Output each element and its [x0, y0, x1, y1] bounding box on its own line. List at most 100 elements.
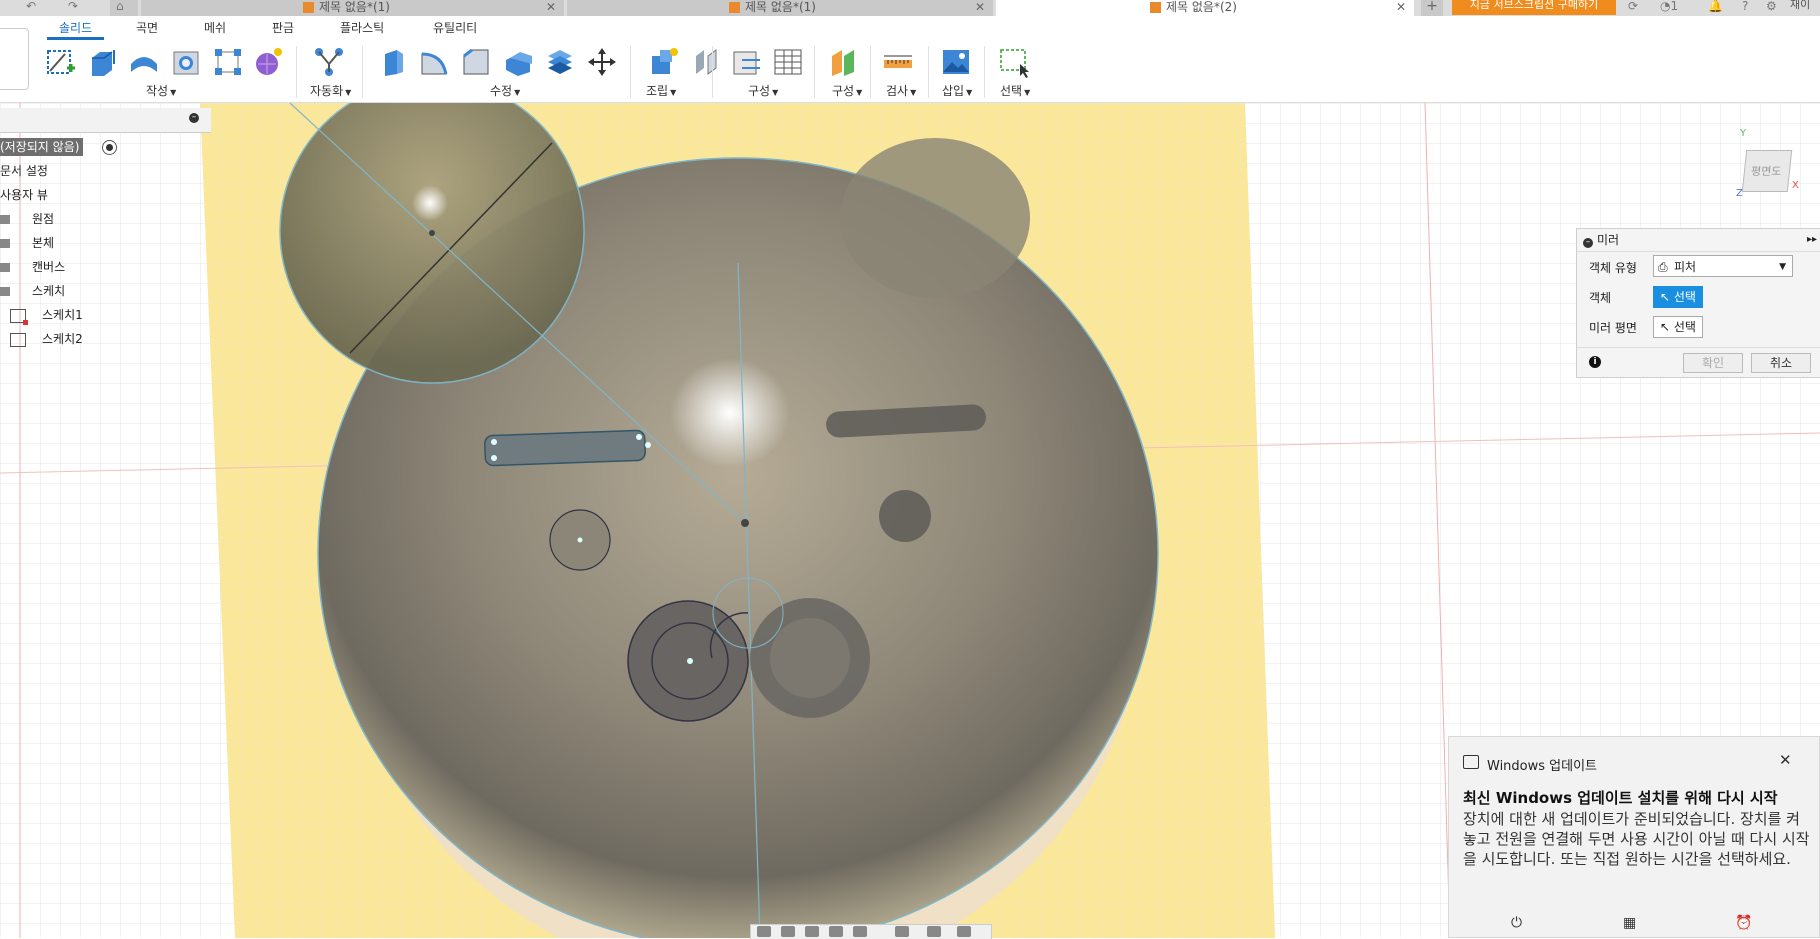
info-icon[interactable]: i: [1589, 356, 1601, 368]
viewports-icon[interactable]: [957, 926, 971, 937]
browser-root-item[interactable]: (저장되지 않음): [0, 138, 84, 156]
close-tab-icon[interactable]: ✕: [1396, 1, 1406, 13]
home-icon[interactable]: ⌂: [116, 0, 124, 12]
tab-sheet-metal[interactable]: 판금: [272, 19, 294, 36]
group-construct[interactable]: 구성 ▼: [748, 82, 778, 99]
create-sketch-icon[interactable]: [45, 46, 77, 78]
close-tab-icon[interactable]: ✕: [975, 1, 985, 13]
hole-icon[interactable]: [170, 46, 202, 78]
parameters-icon[interactable]: [730, 46, 762, 78]
browser-item-canvases[interactable]: 캔버스: [0, 257, 65, 277]
browser-item-document-settings[interactable]: 문서 설정: [0, 161, 48, 181]
cancel-button[interactable]: 취소: [1751, 353, 1811, 373]
offset-plane-icon[interactable]: [828, 46, 860, 78]
browser-item-sketches[interactable]: 스케치: [0, 281, 65, 301]
document-tab-1[interactable]: 제목 없음*(1) ✕: [141, 0, 564, 16]
document-tab-2[interactable]: 제목 없음*(1) ✕: [567, 0, 993, 16]
redo-icon[interactable]: ↷: [68, 0, 78, 12]
group-insert[interactable]: 삽입 ▼: [942, 82, 972, 99]
fit-icon[interactable]: [853, 926, 867, 937]
calendar-icon[interactable]: ▦: [1623, 915, 1636, 931]
undo-icon[interactable]: ↶: [26, 0, 36, 12]
group-inspect[interactable]: 검사 ▼: [886, 82, 916, 99]
orbit-icon[interactable]: [757, 926, 771, 937]
active-component-radio[interactable]: [102, 140, 117, 155]
browser-item-named-views[interactable]: 사용자 뷰: [0, 185, 48, 205]
left-eye-sketch[interactable]: [484, 429, 646, 467]
user-name[interactable]: 재이: [1790, 0, 1810, 10]
document-tab-3[interactable]: 제목 없음*(2) ✕: [996, 0, 1414, 16]
sketch-point[interactable]: [645, 442, 651, 448]
tab-solid[interactable]: 솔리드: [59, 19, 92, 36]
power-icon[interactable]: ⏻: [1511, 915, 1522, 931]
group-select[interactable]: 선택 ▼: [1000, 82, 1030, 99]
press-pull-icon[interactable]: [377, 46, 409, 78]
group-assemble[interactable]: 조립 ▼: [646, 82, 676, 99]
browser-item-bodies[interactable]: 본체: [0, 233, 54, 253]
new-tab-button[interactable]: +: [1421, 0, 1443, 16]
browser-item-origin[interactable]: 원점: [0, 209, 54, 229]
right-cheek-body[interactable]: [879, 490, 931, 542]
close-icon[interactable]: ✕: [1779, 751, 1792, 769]
tab-utilities[interactable]: 유틸리티: [433, 19, 477, 36]
tab-plastic[interactable]: 플라스틱: [340, 19, 384, 36]
objects-select-button[interactable]: ↖ 선택: [1653, 286, 1703, 308]
joint-icon[interactable]: [690, 46, 722, 78]
mirror-plane-select-button[interactable]: ↖ 선택: [1653, 316, 1703, 338]
alarm-icon[interactable]: ⏰: [1735, 915, 1752, 931]
automate-icon[interactable]: [313, 46, 345, 78]
pan-icon[interactable]: [805, 926, 819, 937]
sketch-point[interactable]: [429, 230, 435, 236]
browser-item-sketch1[interactable]: 스케치1: [10, 305, 83, 325]
subscribe-button[interactable]: 지금 서브스크립션 구매하기: [1452, 0, 1616, 15]
document-tab-1[interactable]: ⌂: [110, 0, 138, 16]
workspace-switcher[interactable]: [0, 28, 29, 90]
expand-dialog-icon[interactable]: ▸▸: [1807, 229, 1817, 251]
notification-bell-icon[interactable]: 🔔: [1708, 0, 1723, 12]
move-icon[interactable]: [586, 46, 618, 78]
measure-icon[interactable]: [882, 46, 914, 78]
browser-item-sketch2[interactable]: 스케치2: [10, 329, 83, 349]
viewcube-face[interactable]: 평면도: [1741, 150, 1793, 192]
shell-icon[interactable]: [502, 46, 534, 78]
pattern-icon[interactable]: [212, 46, 244, 78]
group-modify[interactable]: 수정 ▼: [490, 82, 520, 99]
extrude-icon[interactable]: [86, 46, 118, 78]
collapse-browser-icon[interactable]: –: [189, 113, 199, 123]
job-status-icon[interactable]: ◔1: [1660, 0, 1678, 12]
grid-settings-icon[interactable]: [927, 926, 941, 937]
refresh-icon[interactable]: ⟳: [1628, 0, 1638, 12]
tab-mesh[interactable]: 메쉬: [204, 19, 226, 36]
form-icon[interactable]: [252, 46, 284, 78]
fillet-icon[interactable]: [418, 46, 450, 78]
windows-update-toast[interactable]: Windows 업데이트 ✕ 최신 Windows 업데이트 설치를 위해 다시…: [1448, 736, 1820, 938]
sketch-point[interactable]: [491, 455, 497, 461]
sketch-point[interactable]: [636, 434, 642, 440]
collapse-dialog-icon[interactable]: –: [1583, 238, 1593, 248]
center-point[interactable]: [741, 519, 749, 527]
display-settings-icon[interactable]: [895, 926, 909, 937]
new-component-icon[interactable]: [648, 46, 680, 78]
sketch-point[interactable]: [491, 439, 497, 445]
insert-image-icon[interactable]: [940, 46, 972, 78]
revolve-icon[interactable]: [128, 46, 160, 78]
close-tab-icon[interactable]: ✕: [546, 1, 556, 13]
dialog-header[interactable]: – 미러 ▸▸: [1577, 229, 1820, 252]
item-label: 스케치: [32, 284, 66, 298]
tab-surface[interactable]: 곡면: [136, 19, 158, 36]
help-icon[interactable]: ?: [1742, 0, 1748, 12]
object-type-dropdown[interactable]: ⎙ 피처 ▼: [1653, 255, 1793, 277]
design-cube-icon: [303, 2, 314, 13]
zoom-icon[interactable]: [829, 926, 843, 937]
viewcube[interactable]: 평면도 Y X Z: [1736, 128, 1799, 199]
group-construct-2[interactable]: 구성 ▼: [832, 82, 862, 99]
table-icon[interactable]: [772, 46, 804, 78]
select-window-icon[interactable]: [998, 46, 1030, 78]
chamfer-icon[interactable]: [460, 46, 492, 78]
combine-icon[interactable]: [544, 46, 576, 78]
ok-button[interactable]: 확인: [1683, 353, 1743, 373]
group-create[interactable]: 작성 ▼: [146, 82, 176, 99]
group-automate[interactable]: 자동화 ▼: [310, 82, 351, 99]
settings-icon[interactable]: ⚙: [1766, 0, 1777, 12]
look-at-icon[interactable]: [781, 926, 795, 937]
